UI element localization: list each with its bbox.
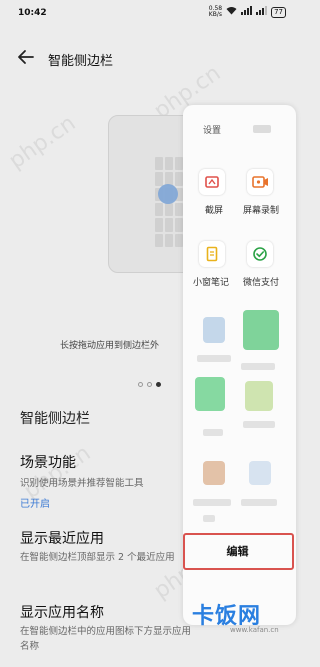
status-icons: 0.58 KB/s 77 [209,6,286,18]
blurred-app-label [193,499,231,506]
setting-title: 显示应用名称 [20,605,104,621]
setting-show-app-names[interactable]: 显示应用名称 在智能侧边栏中的应用图标下方显示应用名称 [20,602,195,654]
status-bar: 10:42 0.58 KB/s 77 [0,0,300,28]
setting-desc: 在智能侧边栏中的应用图标下方显示应用名称 [20,626,192,652]
pager-dot[interactable] [147,382,152,387]
blurred-app-label [241,499,277,506]
signal-2-icon [256,6,268,18]
blurred-app-icon[interactable] [203,317,225,343]
blurred-app-icon[interactable] [203,461,225,485]
blurred-app-icon[interactable] [195,377,225,411]
header: 智能侧边栏 [0,40,300,76]
setting-status: 已开启 [20,499,50,510]
blurred-app-icon[interactable] [243,310,279,350]
signal-icon [241,6,253,18]
net-speed-unit: KB/s [208,11,222,18]
tool-label: 微信支付 [243,278,280,288]
blurred-app-label [241,363,275,370]
arrow-left-icon[interactable] [16,46,38,68]
wifi-icon [226,6,237,18]
setting-title: 显示最近应用 [20,531,104,547]
edit-button[interactable]: 编辑 [195,541,280,563]
setting-desc: 识别使用场景并推荐智能工具 [20,478,144,489]
blurred-app-label [203,429,223,436]
status-time: 10:42 [18,8,47,18]
setting-recent-apps[interactable]: 显示最近应用 在智能侧边栏顶部显示 2 个最近应用 [20,528,195,565]
drag-dot-illustration [158,184,178,204]
setting-desc: 在智能侧边栏顶部显示 2 个最近应用 [20,552,175,563]
blurred-app-label [197,355,231,362]
logo-site: www.kafan.cn [230,626,279,634]
watermark: php.cn [4,110,81,175]
blurred-app-label [203,515,215,522]
blurred-app-label [243,421,275,428]
tool-label: 屏幕录制 [243,206,280,216]
blurred-app-icon[interactable] [249,461,271,485]
net-speed: 0.58 KB/s [209,6,222,18]
panel-settings-label[interactable]: 设置 [203,123,221,136]
panel-settings-blurred [253,125,271,133]
wechat-pay-icon[interactable] [247,241,273,267]
preview-caption: 长按拖动应用到侧边栏外 [60,341,160,351]
page-title: 智能侧边栏 [48,54,114,69]
setting-title: 场景功能 [20,455,76,471]
section-title: 智能侧边栏 [20,411,90,427]
tool-label: 截屏 [205,206,224,216]
screenshot-icon[interactable] [199,169,225,195]
screen-record-icon[interactable] [247,169,273,195]
pager-dot[interactable] [138,382,143,387]
pager-dot-active[interactable] [156,382,161,387]
setting-scene-function[interactable]: 场景功能 识别使用场景并推荐智能工具 已开启 [20,452,195,510]
tool-label: 小窗笔记 [193,278,230,288]
note-icon[interactable] [199,241,225,267]
pager-dots [138,382,161,387]
battery-icon: 77 [271,6,286,18]
kafan-logo: 卡饭网 www.kafan.cn [192,598,292,638]
blurred-app-icon[interactable] [245,381,273,411]
